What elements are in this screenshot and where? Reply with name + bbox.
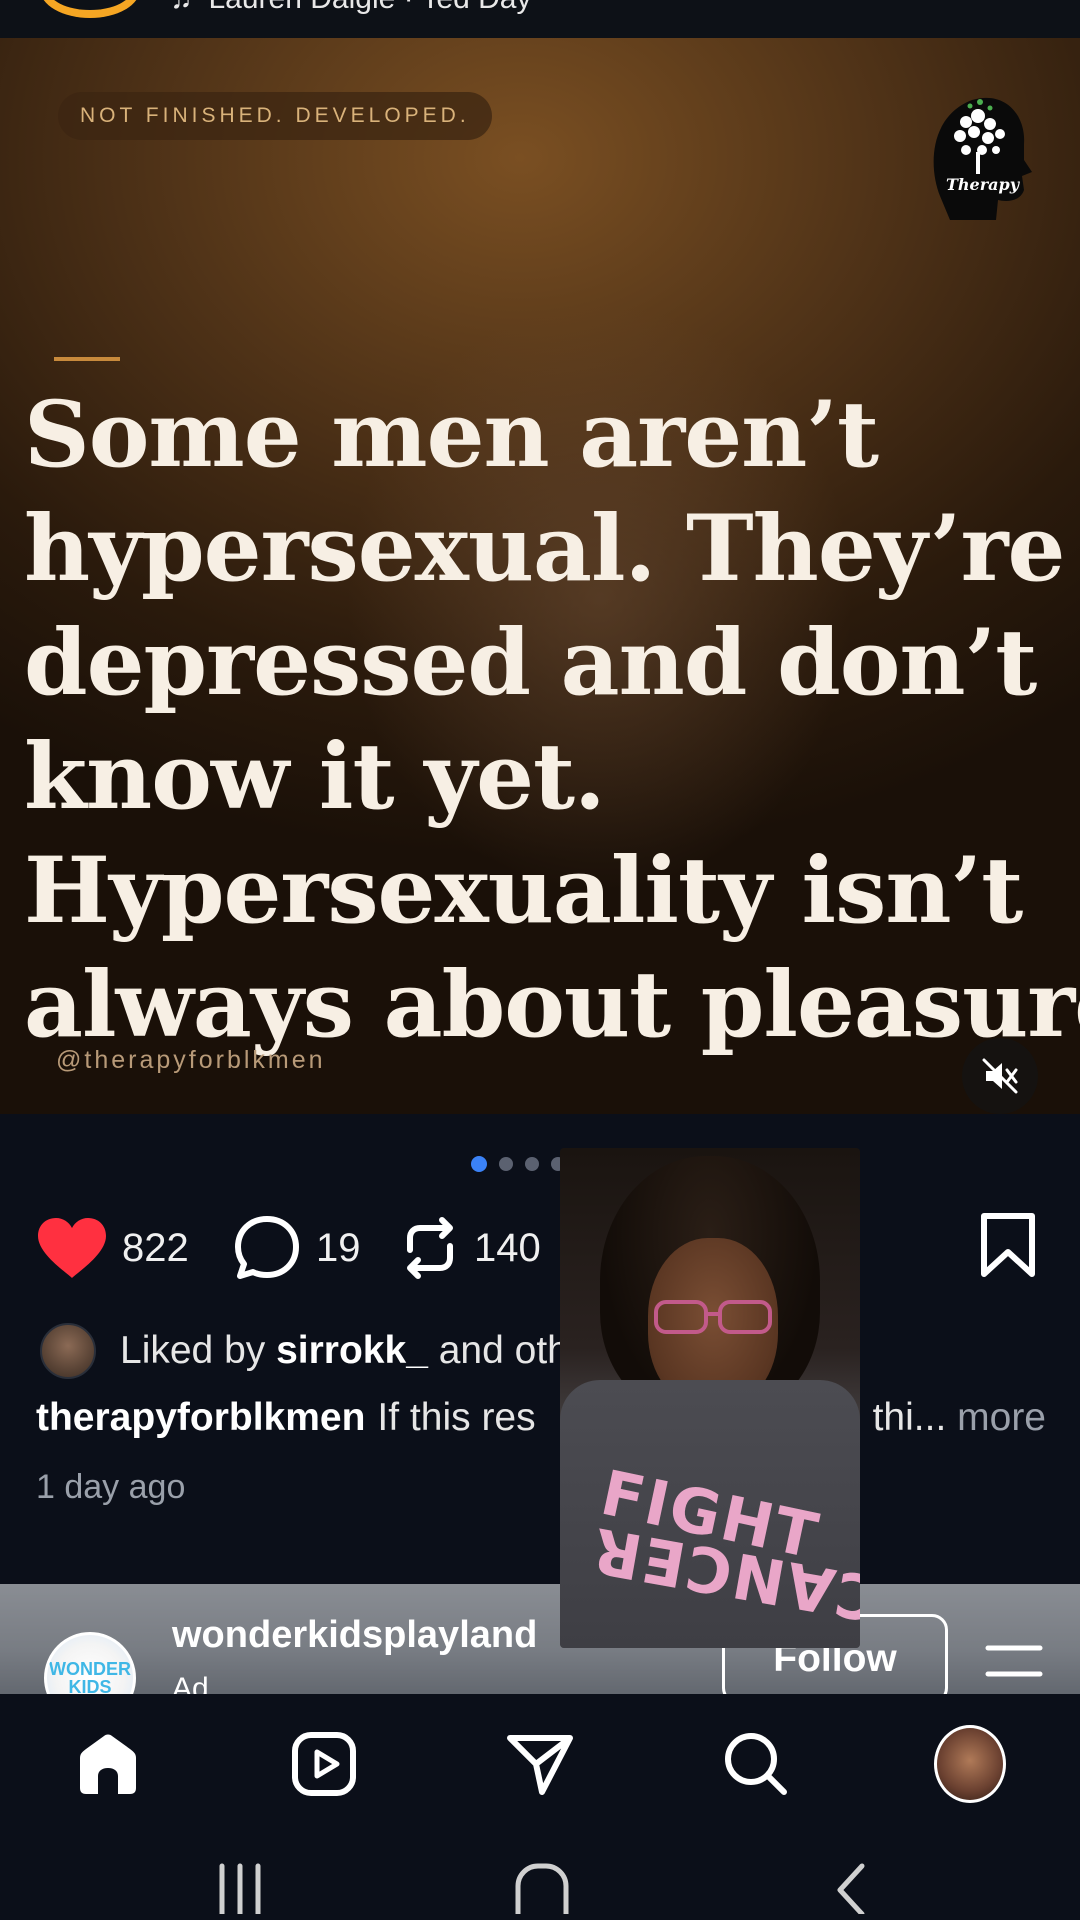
nav-messages[interactable] xyxy=(504,1728,576,1800)
next-post-avatar[interactable]: WONDER KIDS xyxy=(44,1632,136,1694)
like-action[interactable]: 822 xyxy=(36,1208,189,1288)
repost-count: 140 xyxy=(474,1225,541,1270)
carousel-dots xyxy=(0,1154,1080,1174)
caption-text: If this res xyxy=(377,1396,536,1439)
repost-icon xyxy=(407,1217,453,1279)
home-icon xyxy=(80,1734,136,1794)
speaker-muted-icon xyxy=(982,1058,1018,1094)
search-icon xyxy=(725,1733,787,1795)
repost-action[interactable]: 140 xyxy=(400,1208,541,1288)
quote-line: Hypersexuality isn’t xyxy=(24,838,1023,944)
liked-by-text: Liked by sirrokk_ and others xyxy=(120,1329,623,1373)
nav-home[interactable] xyxy=(72,1728,144,1800)
action-row: 822 19 140 xyxy=(0,1208,1080,1288)
nav-profile[interactable] xyxy=(934,1725,1006,1803)
mute-button[interactable] xyxy=(962,1038,1038,1114)
avatar-text: WONDER KIDS xyxy=(49,1659,131,1694)
liked-by-row[interactable]: Liked by sirrokk_ and others xyxy=(40,1322,623,1380)
liked-by-prefix: Liked by xyxy=(120,1329,277,1372)
watermark: @therapyforblkmen xyxy=(56,1046,326,1074)
quote-line: depressed and don’t xyxy=(24,610,1037,716)
quote-text: Some men aren’t hypersexual. They’re dep… xyxy=(24,378,1080,1062)
creator-overlay: FIGHT CANCER xyxy=(560,1148,860,1648)
story-avatar-ring[interactable] xyxy=(40,0,140,18)
music-text: Lauren Daigle · Ted Day xyxy=(209,0,532,15)
post-image[interactable]: NOT FINISHED. DEVELOPED. Therapy Some me… xyxy=(0,38,1080,1114)
quote-line: hypersexual. They’re xyxy=(24,496,1065,602)
liked-by-user[interactable]: sirrokk_ xyxy=(276,1329,428,1372)
home-button-icon[interactable] xyxy=(512,1854,572,1914)
caption-username[interactable]: therapyforblkmen xyxy=(36,1396,365,1439)
save-button[interactable] xyxy=(978,1212,1038,1283)
top-strip: ♫ Lauren Daigle · Ted Day xyxy=(0,0,1080,38)
back-icon[interactable] xyxy=(826,1854,876,1914)
music-info[interactable]: ♫ Lauren Daigle · Ted Day xyxy=(170,0,531,16)
svg-text:Therapy: Therapy xyxy=(946,175,1021,194)
reels-icon xyxy=(292,1732,356,1796)
accent-line xyxy=(54,357,120,361)
carousel-dot xyxy=(524,1157,539,1171)
caption[interactable]: therapyforblkmen If this res thi... more xyxy=(36,1396,1046,1440)
carousel-dot xyxy=(498,1157,513,1171)
timestamp: 1 day ago xyxy=(36,1468,186,1506)
music-note-icon: ♫ xyxy=(170,0,193,15)
sponsored-label: Ad xyxy=(172,1672,209,1694)
comment-action[interactable]: 19 xyxy=(232,1208,361,1288)
carousel-dot-active xyxy=(470,1156,487,1172)
caption-more[interactable]: thi... more xyxy=(873,1396,1046,1440)
more-link[interactable]: more xyxy=(957,1396,1046,1439)
recent-apps-icon[interactable] xyxy=(216,1854,266,1914)
menu-icon[interactable] xyxy=(984,1642,1044,1682)
comment-icon xyxy=(235,1216,299,1279)
quote-line: always about pleasure xyxy=(24,952,1080,1058)
caption-tail: thi... xyxy=(872,1396,947,1439)
send-icon xyxy=(507,1735,573,1795)
next-post-header: WONDER KIDS wonderkidsplayland Ad Follow xyxy=(0,1584,1080,1694)
therapy-logo: Therapy xyxy=(933,97,1032,220)
nav-reels[interactable] xyxy=(288,1728,360,1800)
nav-search[interactable] xyxy=(720,1728,792,1800)
bookmark-icon xyxy=(981,1213,1035,1277)
next-post-username[interactable]: wonderkidsplayland xyxy=(172,1614,537,1657)
bottom-nav xyxy=(0,1694,1080,1834)
profile-avatar xyxy=(934,1725,1006,1803)
heart-filled-icon xyxy=(38,1218,106,1278)
quote-line: Some men aren’t xyxy=(24,382,879,488)
quote-line: know it yet. xyxy=(24,724,606,830)
glasses-icon xyxy=(654,1300,772,1334)
comment-count: 19 xyxy=(316,1225,361,1270)
system-nav xyxy=(0,1834,1080,1920)
liker-avatar[interactable] xyxy=(40,1323,96,1379)
tag-pill: NOT FINISHED. DEVELOPED. xyxy=(58,92,492,140)
like-count: 822 xyxy=(122,1225,189,1270)
